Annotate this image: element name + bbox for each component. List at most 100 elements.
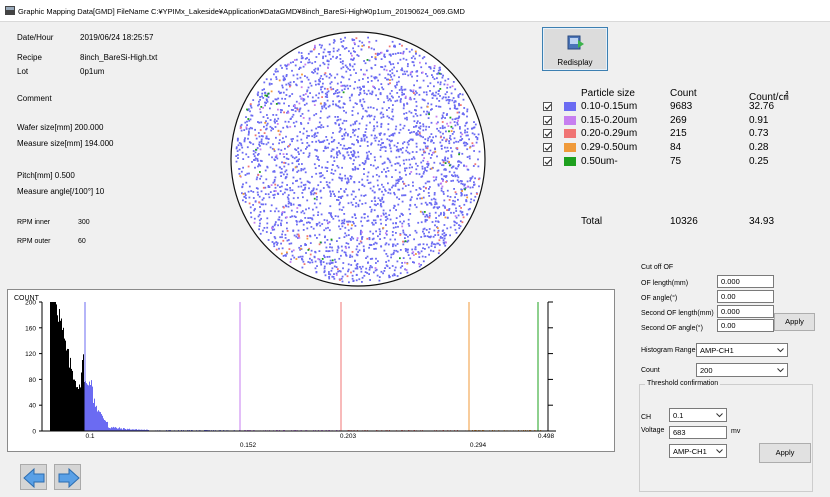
y-axis-ticks: 200 160 120 80 40 0 bbox=[25, 300, 42, 436]
voltage-input[interactable]: 683 bbox=[669, 426, 727, 439]
right-axis bbox=[547, 301, 553, 432]
of-angle-input[interactable]: 0.00 bbox=[717, 290, 774, 303]
ch-value: 0.1 bbox=[673, 411, 684, 420]
x-axis-ticks: 0.1 0.152 0.203 0.294 0.498 bbox=[85, 433, 554, 449]
legend-density: 0.73 bbox=[749, 128, 769, 139]
rpm-inner-label: RPM inner bbox=[17, 219, 51, 226]
legend-size: 0.29-0.50um bbox=[581, 142, 638, 153]
of-length-input[interactable]: 0.000 bbox=[717, 275, 774, 288]
ch-label: CH bbox=[641, 414, 652, 421]
rpm-outer-value: 60 bbox=[78, 238, 86, 245]
histogram-bars bbox=[50, 302, 548, 431]
recipe-value: 8inch_BareSi-High.txt bbox=[80, 53, 158, 62]
legend-density: 32.76 bbox=[749, 101, 775, 112]
histogram-range-label: Histogram Range bbox=[641, 347, 696, 354]
chevron-down-icon bbox=[777, 348, 784, 353]
legend-density: 0.25 bbox=[749, 156, 769, 167]
check-icon bbox=[544, 131, 552, 137]
lot-label: Lot bbox=[17, 67, 29, 76]
second-of-angle-label: Second OF angle(°) bbox=[641, 325, 703, 332]
wafer-size: Wafer size[mm] 200.000 bbox=[17, 123, 104, 132]
second-of-length-input[interactable]: 0.000 bbox=[717, 305, 774, 318]
count-select[interactable]: 200 bbox=[696, 363, 788, 377]
legend-count: 75 bbox=[670, 156, 682, 167]
recipe-label: Recipe bbox=[17, 53, 42, 62]
x-tick-label: 0.294 bbox=[470, 442, 487, 449]
count-value: 200 bbox=[700, 366, 713, 375]
voltage-unit: mv bbox=[731, 428, 741, 435]
legend-size: 0.50um- bbox=[581, 156, 618, 167]
of-angle-label: OF angle(°) bbox=[641, 295, 678, 302]
arrow-left-icon bbox=[23, 467, 45, 489]
redisplay-button[interactable]: Redisplay bbox=[542, 27, 608, 71]
y-tick-label: 120 bbox=[25, 351, 36, 358]
check-icon bbox=[544, 145, 552, 151]
legend-size: 0.15-0.20um bbox=[581, 115, 638, 126]
x-tick-label: 0.498 bbox=[538, 433, 555, 440]
particle-size-header: Particle size bbox=[581, 88, 635, 99]
check-icon bbox=[544, 118, 552, 124]
of-length-label: OF length(mm) bbox=[641, 280, 689, 287]
count-header: Count bbox=[670, 88, 697, 99]
threshold-lines bbox=[84, 302, 539, 431]
legend-swatch bbox=[564, 116, 576, 125]
legend-checkbox[interactable] bbox=[543, 102, 552, 111]
y-tick-label: 200 bbox=[25, 300, 36, 307]
histogram-panel: COUNT 200 160 120 80 40 0 0.1 0.152 0.203 0.294 0… bbox=[7, 289, 615, 452]
legend-density: 0.91 bbox=[749, 115, 769, 126]
amp-select[interactable]: AMP-CH1 bbox=[669, 444, 727, 458]
legend-count: 269 bbox=[670, 115, 687, 126]
total-density: 34.93 bbox=[749, 216, 775, 227]
y-tick-label: 40 bbox=[29, 403, 37, 410]
redisplay-icon bbox=[567, 35, 584, 50]
title-bar: Graphic Mapping Data[GMD] FileName C:¥YP… bbox=[0, 0, 830, 22]
count-label: Count bbox=[641, 367, 660, 374]
cutoff-apply-button[interactable]: Apply bbox=[774, 313, 815, 331]
legend-checkbox[interactable] bbox=[543, 129, 552, 138]
legend-size: 0.20-0.29um bbox=[581, 128, 638, 139]
total-count: 10326 bbox=[670, 216, 698, 227]
legend-swatch bbox=[564, 129, 576, 138]
check-icon bbox=[544, 159, 552, 165]
total-label: Total bbox=[581, 216, 603, 227]
cutoff-title: Cut off OF bbox=[641, 264, 674, 271]
histogram-range-select[interactable]: AMP-CH1 bbox=[696, 343, 788, 357]
histogram-chart: COUNT 20016012080400 0.10.1520.2030.2940… bbox=[14, 295, 556, 449]
amp-value: AMP-CH1 bbox=[673, 447, 707, 456]
legend-swatch bbox=[564, 102, 576, 111]
legend-count: 84 bbox=[670, 142, 682, 153]
legend-checkbox[interactable] bbox=[543, 143, 552, 152]
rpm-outer-label: RPM outer bbox=[17, 238, 51, 245]
date-value: 2019/06/24 18:25:57 bbox=[80, 33, 154, 42]
second-of-angle-input[interactable]: 0.00 bbox=[717, 319, 774, 332]
comment-label: Comment bbox=[17, 94, 52, 103]
legend-size: 0.10-0.15um bbox=[581, 101, 638, 112]
legend-swatch bbox=[564, 143, 576, 152]
window-title: Graphic Mapping Data[GMD] FileName C:¥YP… bbox=[18, 7, 465, 16]
chevron-down-icon bbox=[716, 413, 723, 418]
date-label: Date/Hour bbox=[17, 33, 54, 42]
wafer-map bbox=[230, 31, 486, 287]
x-tick-label: 0.152 bbox=[240, 442, 257, 449]
chevron-down-icon bbox=[716, 449, 723, 454]
y-tick-label: 0 bbox=[32, 429, 36, 436]
y-tick-label: 160 bbox=[25, 325, 36, 332]
legend-checkbox[interactable] bbox=[543, 116, 552, 125]
pitch: Pitch[mm] 0.500 bbox=[17, 171, 75, 180]
threshold-title: Threshold confirmation bbox=[645, 380, 721, 387]
second-of-length-label: Second OF length(mm) bbox=[641, 310, 714, 317]
measure-angle: Measure angle[/100°] 10 bbox=[17, 187, 105, 196]
legend-density: 0.28 bbox=[749, 142, 769, 153]
wafer-outline bbox=[230, 31, 486, 287]
threshold-apply-button[interactable]: Apply bbox=[759, 443, 811, 463]
redisplay-label: Redisplay bbox=[557, 58, 593, 67]
measure-size: Measure size[mm] 194.000 bbox=[17, 139, 114, 148]
back-button[interactable] bbox=[20, 464, 47, 490]
ch-select[interactable]: 0.1 bbox=[669, 408, 727, 422]
x-tick-label: 0.203 bbox=[340, 433, 357, 440]
y-tick-label: 80 bbox=[29, 377, 37, 384]
app-icon bbox=[5, 6, 15, 15]
forward-button[interactable] bbox=[54, 464, 81, 490]
chevron-down-icon bbox=[777, 368, 784, 373]
legend-checkbox[interactable] bbox=[543, 157, 552, 166]
